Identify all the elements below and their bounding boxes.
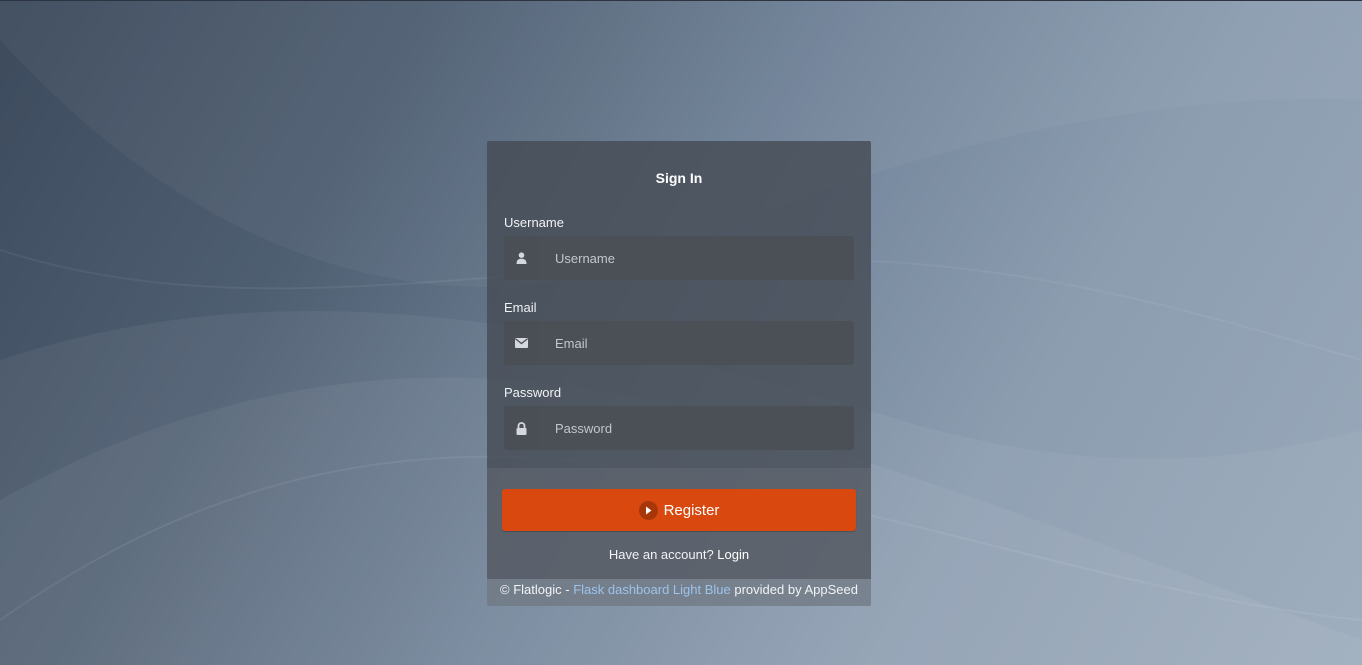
- email-input-group: [504, 321, 854, 365]
- email-input[interactable]: [539, 321, 854, 365]
- have-account-label: Have an account?: [608, 547, 714, 562]
- have-account-text: Have an account? Login: [487, 546, 871, 564]
- top-border: [0, 0, 1362, 1]
- play-circle-icon: [638, 500, 658, 520]
- footer-dashboard-link[interactable]: Flask dashboard Light Blue: [573, 582, 731, 597]
- form-title: Sign In: [655, 170, 703, 186]
- footer-provided-by: provided by AppSeed: [734, 582, 858, 597]
- envelope-icon: [504, 321, 539, 365]
- password-label: Password: [504, 385, 562, 400]
- password-input[interactable]: [539, 406, 854, 450]
- sign-in-card: Sign In Username Email Password: [487, 141, 871, 606]
- email-label: Email: [504, 300, 537, 315]
- register-button-label: Register: [663, 501, 720, 519]
- username-label: Username: [504, 215, 564, 230]
- username-input[interactable]: [539, 236, 854, 280]
- form-actions: Register Have an account? Login: [487, 468, 871, 579]
- user-icon: [504, 236, 539, 280]
- footer: © Flatlogic - Flask dashboard Light Blue…: [487, 579, 871, 606]
- login-link[interactable]: Login: [717, 547, 749, 562]
- password-input-group: [504, 406, 854, 450]
- username-input-group: [504, 236, 854, 280]
- footer-copyright: © Flatlogic -: [500, 582, 570, 597]
- register-button[interactable]: Register: [502, 489, 856, 531]
- sign-in-form: Sign In Username Email Password: [487, 141, 871, 468]
- lock-icon: [504, 406, 539, 450]
